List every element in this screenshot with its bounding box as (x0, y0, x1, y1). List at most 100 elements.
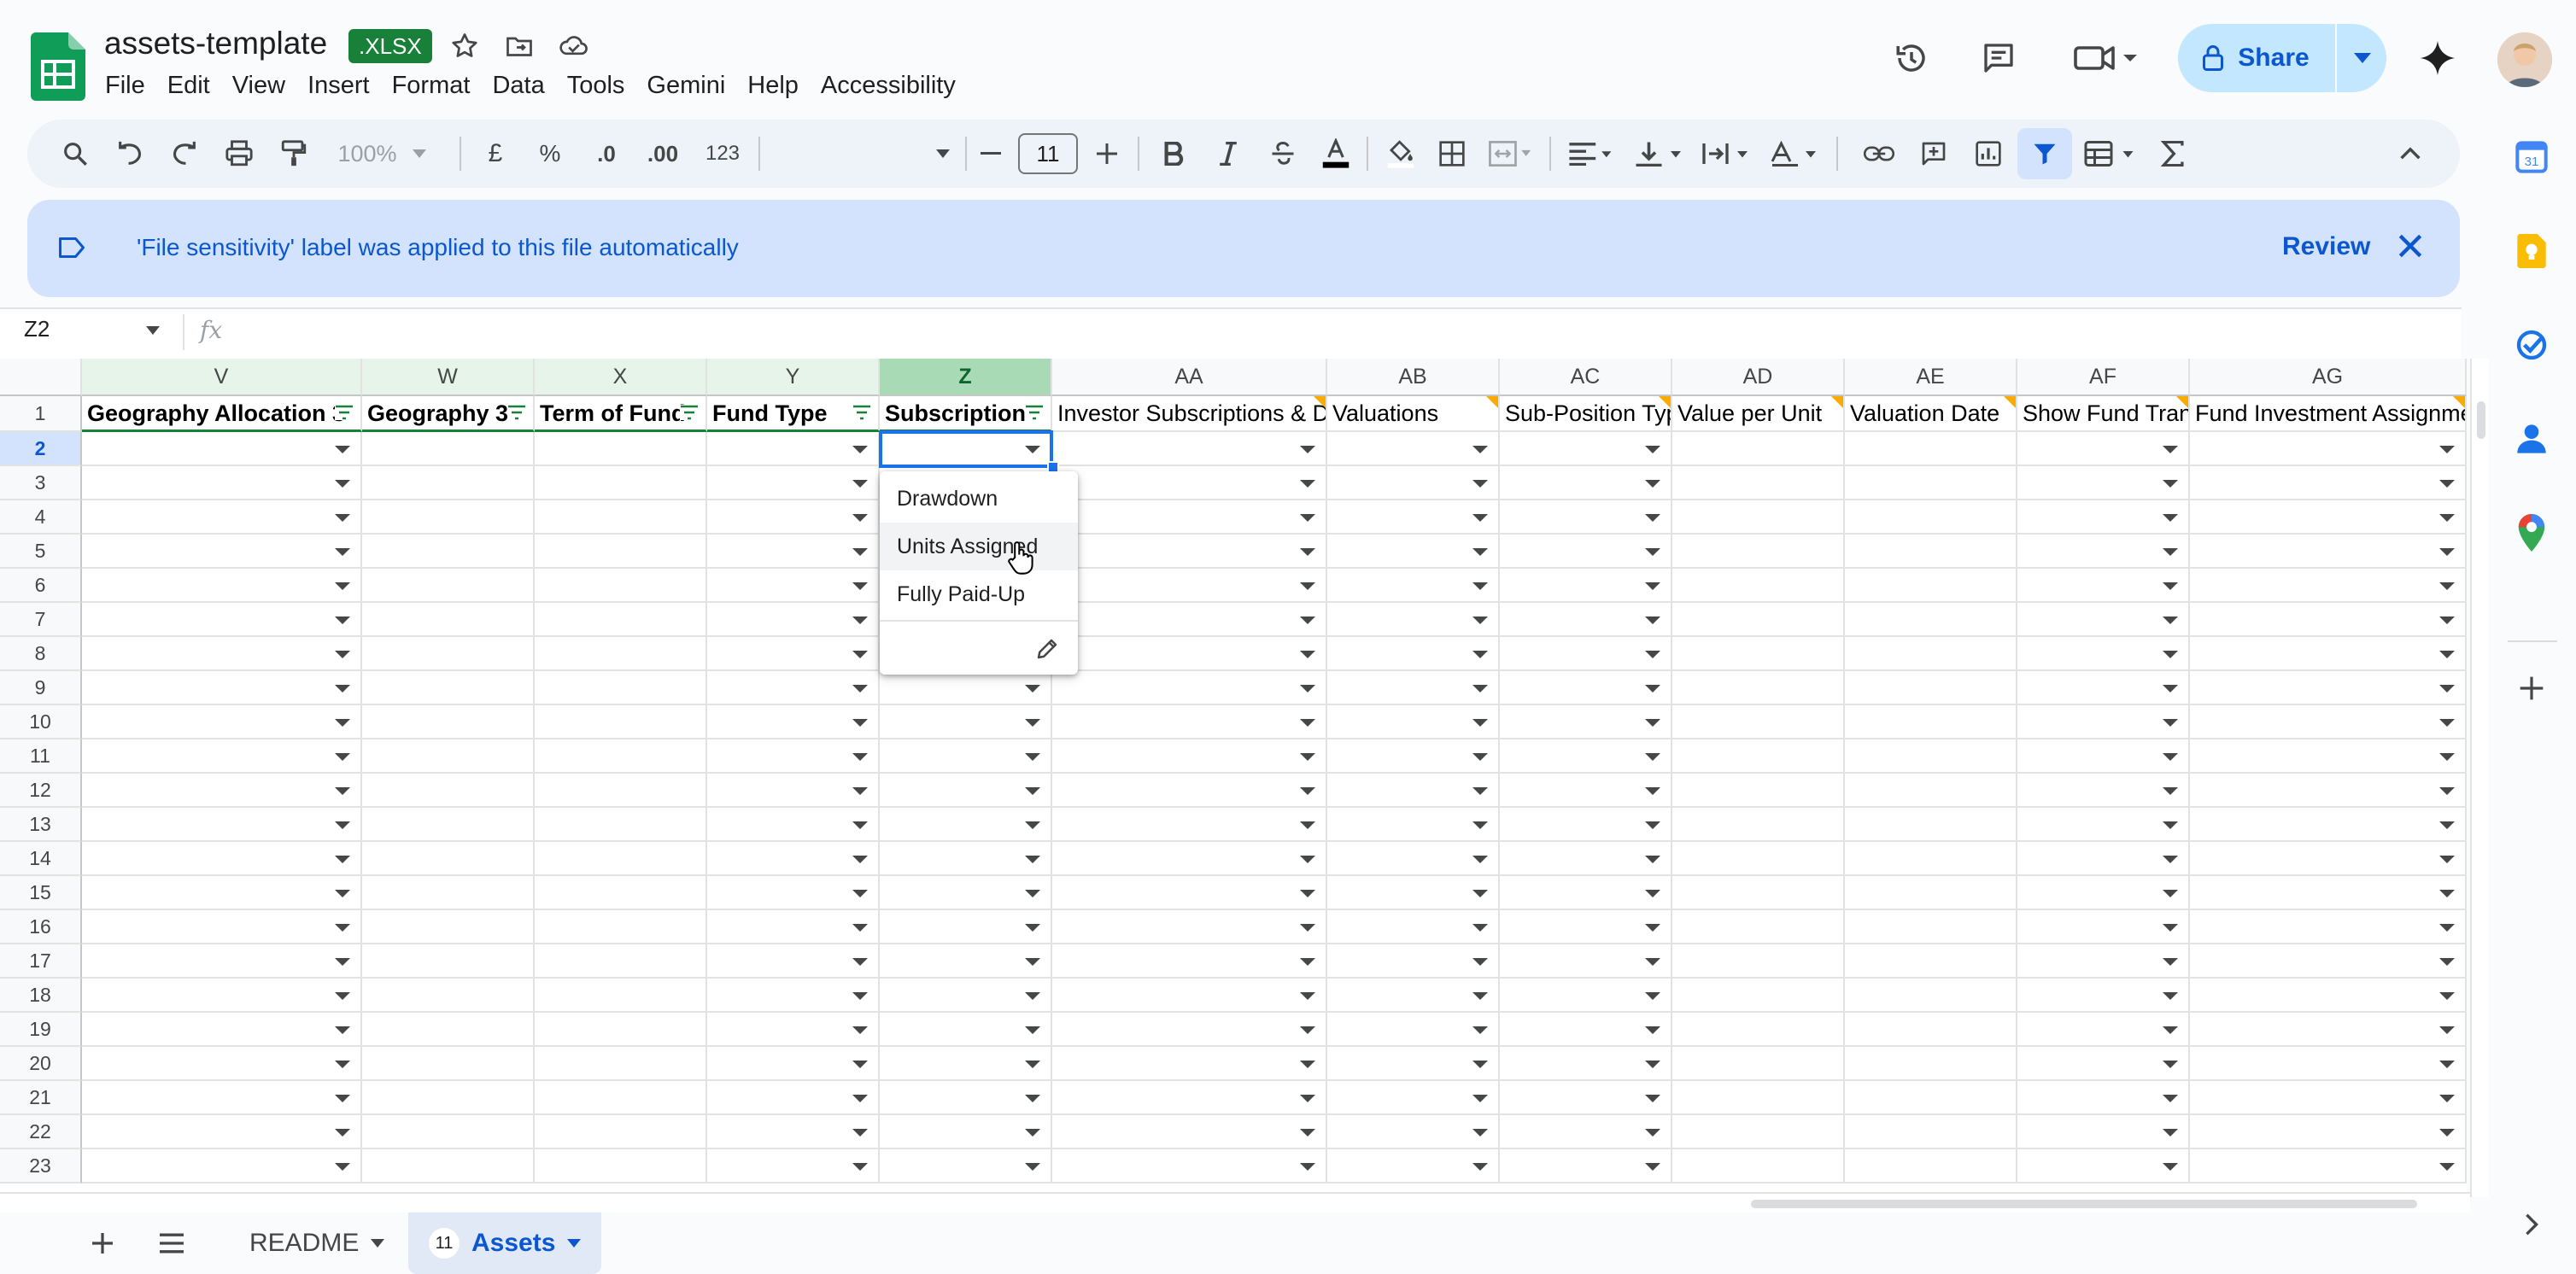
cell-dropdown-chevron-icon[interactable] (335, 992, 350, 1000)
cell[interactable] (1052, 739, 1327, 774)
cell-dropdown-chevron-icon[interactable] (1300, 480, 1315, 488)
cell[interactable] (362, 466, 535, 500)
horizontal-scrollbar[interactable] (0, 1192, 2470, 1214)
cell[interactable] (1845, 910, 2017, 944)
cell[interactable] (1327, 671, 1500, 705)
cell[interactable] (535, 774, 707, 808)
cell[interactable] (535, 1149, 707, 1183)
menu-data[interactable]: Data (481, 68, 555, 102)
cell[interactable] (1672, 842, 1845, 876)
cell[interactable] (362, 910, 535, 944)
cell-dropdown-chevron-icon[interactable] (2439, 651, 2455, 658)
cell[interactable] (2190, 842, 2467, 876)
cell[interactable] (82, 979, 362, 1013)
cell-dropdown-chevron-icon[interactable] (1025, 1095, 1040, 1102)
row-header-23[interactable]: 23 (0, 1149, 82, 1183)
cell[interactable] (1327, 944, 1500, 979)
cell[interactable] (707, 808, 880, 842)
cell[interactable] (707, 466, 880, 500)
cell[interactable] (2017, 466, 2190, 500)
cell[interactable] (2190, 705, 2467, 739)
cell-dropdown-chevron-icon[interactable] (1472, 685, 1488, 693)
cell-dropdown-chevron-icon[interactable] (2163, 651, 2178, 658)
cell[interactable] (2190, 808, 2467, 842)
cell-dropdown-chevron-icon[interactable] (335, 548, 350, 556)
cell[interactable] (2017, 876, 2190, 910)
cell[interactable] (1672, 569, 1845, 603)
row-header-20[interactable]: 20 (0, 1047, 82, 1081)
cell[interactable] (362, 774, 535, 808)
cell[interactable] (362, 500, 535, 535)
keep-icon[interactable] (2511, 231, 2552, 272)
document-title[interactable]: assets-template (104, 26, 327, 61)
cell[interactable] (1672, 774, 1845, 808)
header-cell[interactable]: Fund Investment Assignme (2190, 396, 2467, 432)
cell[interactable] (362, 432, 535, 466)
cell[interactable] (880, 1013, 1052, 1047)
cell[interactable] (535, 535, 707, 569)
cell-dropdown-chevron-icon[interactable] (335, 1026, 350, 1034)
increase-font-size-icon[interactable] (1083, 120, 1131, 188)
review-button[interactable]: Review (2282, 232, 2370, 261)
row-header-22[interactable]: 22 (0, 1115, 82, 1149)
header-cell[interactable]: Valuation Date (1845, 396, 2017, 432)
cell-dropdown-chevron-icon[interactable] (2163, 446, 2178, 453)
cell[interactable] (1052, 1115, 1327, 1149)
cell-dropdown-chevron-icon[interactable] (335, 514, 350, 522)
row-header-8[interactable]: 8 (0, 637, 82, 671)
text-color-icon[interactable] (1312, 120, 1360, 188)
cell[interactable] (2017, 637, 2190, 671)
header-cell[interactable]: Geography 3 (362, 396, 535, 432)
cell[interactable] (82, 739, 362, 774)
row-header-4[interactable]: 4 (0, 500, 82, 535)
cell-dropdown-chevron-icon[interactable] (2439, 480, 2455, 488)
cell-dropdown-chevron-icon[interactable] (1300, 1095, 1315, 1102)
cell-dropdown-chevron-icon[interactable] (852, 1026, 868, 1034)
cell[interactable] (2017, 774, 2190, 808)
cell-dropdown-chevron-icon[interactable] (852, 890, 868, 897)
cell[interactable] (1052, 774, 1327, 808)
cell-dropdown-chevron-icon[interactable] (2163, 1129, 2178, 1137)
cell[interactable] (1327, 876, 1500, 910)
cell[interactable] (2190, 1047, 2467, 1081)
comments-icon[interactable] (1978, 38, 2019, 79)
cell[interactable] (1845, 944, 2017, 979)
vertical-scroll-thumb[interactable] (2477, 401, 2485, 439)
cell[interactable] (2190, 603, 2467, 637)
cell[interactable] (880, 910, 1052, 944)
cell-dropdown-chevron-icon[interactable] (1472, 1163, 1488, 1171)
cell-dropdown-chevron-icon[interactable] (1025, 1026, 1040, 1034)
cell[interactable] (1500, 910, 1672, 944)
cell[interactable] (82, 1115, 362, 1149)
cell[interactable] (1327, 1047, 1500, 1081)
move-folder-icon[interactable] (499, 26, 540, 67)
row-header-2[interactable]: 2 (0, 432, 82, 466)
cell[interactable] (1052, 1013, 1327, 1047)
cell[interactable] (2190, 979, 2467, 1013)
cell-dropdown-chevron-icon[interactable] (1645, 992, 1660, 1000)
cell[interactable] (1845, 979, 2017, 1013)
contacts-icon[interactable] (2511, 418, 2552, 459)
collapse-toolbar-icon[interactable] (2386, 120, 2434, 188)
decrease-font-size-icon[interactable] (967, 120, 1015, 188)
cell[interactable] (1500, 1149, 1672, 1183)
cell-dropdown-chevron-icon[interactable] (1472, 514, 1488, 522)
menu-file[interactable]: File (94, 68, 156, 102)
cell-dropdown-chevron-icon[interactable] (2439, 1163, 2455, 1171)
filter-toggle-icon[interactable] (852, 405, 871, 420)
cell-dropdown-chevron-icon[interactable] (2439, 753, 2455, 761)
menu-tools[interactable]: Tools (556, 68, 636, 102)
meet-icon[interactable] (2070, 38, 2142, 79)
cell[interactable] (707, 774, 880, 808)
cell[interactable] (535, 1013, 707, 1047)
cell-dropdown-chevron-icon[interactable] (2163, 582, 2178, 590)
cell[interactable] (1672, 944, 1845, 979)
cell-dropdown-chevron-icon[interactable] (1645, 1163, 1660, 1171)
cell-dropdown-chevron-icon[interactable] (335, 1129, 350, 1137)
cell-dropdown-chevron-icon[interactable] (2439, 890, 2455, 897)
increase-decimal-button[interactable]: .00 (635, 120, 690, 188)
cell[interactable] (880, 1081, 1052, 1115)
menu-edit[interactable]: Edit (156, 68, 221, 102)
cell[interactable] (707, 979, 880, 1013)
filter-icon[interactable] (2017, 128, 2072, 179)
